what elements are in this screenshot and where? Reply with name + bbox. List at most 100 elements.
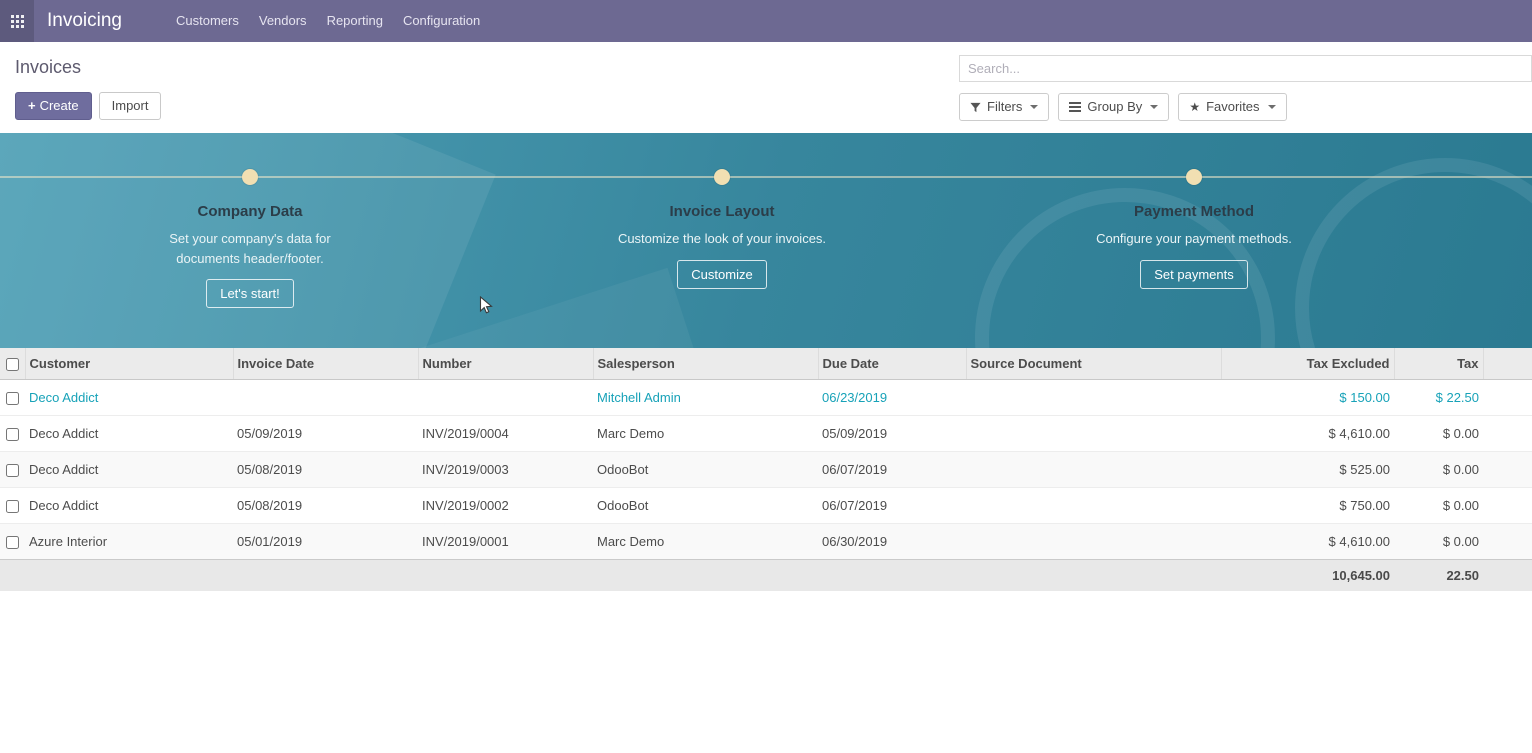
cell-spacer <box>1483 488 1532 524</box>
favorites-star-icon: ★ <box>1189 99 1200 115</box>
cell-customer: Deco Addict <box>25 380 233 416</box>
cell-source-document <box>966 488 1221 524</box>
cell-spacer <box>1483 416 1532 452</box>
search-input[interactable] <box>959 55 1532 82</box>
filter-funnel-icon <box>970 102 981 113</box>
import-button[interactable]: Import <box>99 92 162 120</box>
cell-tax-excluded: $ 4,610.00 <box>1221 416 1394 452</box>
invoice-row[interactable]: Azure Interior05/01/2019INV/2019/0001Mar… <box>0 524 1532 560</box>
invoice-row[interactable]: Deco AddictMitchell Admin06/23/2019$ 150… <box>0 380 1532 416</box>
column-invoice-date[interactable]: Invoice Date <box>233 348 418 380</box>
row-select-cell <box>0 524 25 560</box>
group-by-button[interactable]: Group By <box>1058 93 1169 121</box>
menu-reporting[interactable]: Reporting <box>317 0 393 42</box>
totals-empty-cell <box>0 560 1221 592</box>
column-customer[interactable]: Customer <box>25 348 233 380</box>
cell-source-document <box>966 452 1221 488</box>
row-checkbox[interactable] <box>6 500 19 513</box>
column-due-date[interactable]: Due Date <box>818 348 966 380</box>
onboarding-step-company-data: Company Data Set your company's data for… <box>14 133 486 348</box>
invoice-row[interactable]: Deco Addict05/09/2019INV/2019/0004Marc D… <box>0 416 1532 452</box>
column-tax[interactable]: Tax <box>1394 348 1483 380</box>
cell-salesperson: OdooBot <box>593 452 818 488</box>
app-title[interactable]: Invoicing <box>47 10 122 32</box>
invoice-row[interactable]: Deco Addict05/08/2019INV/2019/0003OdooBo… <box>0 452 1532 488</box>
cell-number: INV/2019/0001 <box>418 524 593 560</box>
invoices-table: Customer Invoice Date Number Salesperson… <box>0 348 1532 591</box>
cell-spacer <box>1483 452 1532 488</box>
customize-button[interactable]: Customize <box>677 260 766 289</box>
column-spacer <box>1483 348 1532 380</box>
cell-spacer <box>1483 524 1532 560</box>
total-tax: 22.50 <box>1394 560 1483 592</box>
totals-row: 10,645.00 22.50 <box>0 560 1532 592</box>
step-title: Payment Method <box>1134 203 1254 220</box>
select-all-cell <box>0 348 25 380</box>
cell-invoice-date <box>233 380 418 416</box>
step-description: Configure your payment methods. <box>1096 229 1292 249</box>
cell-tax: $ 0.00 <box>1394 452 1483 488</box>
filters-button[interactable]: Filters <box>959 93 1049 121</box>
cell-tax-excluded: $ 150.00 <box>1221 380 1394 416</box>
menu-vendors[interactable]: Vendors <box>249 0 317 42</box>
onboarding-step-invoice-layout: Invoice Layout Customize the look of you… <box>486 133 958 348</box>
menu-configuration[interactable]: Configuration <box>393 0 490 42</box>
plus-icon: + <box>28 98 36 113</box>
navbar-menus: Customers Vendors Reporting Configuratio… <box>166 0 490 42</box>
caret-down-icon <box>1150 105 1158 109</box>
step-description: Customize the look of your invoices. <box>618 229 826 249</box>
row-checkbox[interactable] <box>6 392 19 405</box>
totals-spacer <box>1483 560 1532 592</box>
cell-tax-excluded: $ 4,610.00 <box>1221 524 1394 560</box>
breadcrumb-title: Invoices <box>15 57 161 78</box>
row-select-cell <box>0 452 25 488</box>
row-checkbox[interactable] <box>6 428 19 441</box>
onboarding-step-payment-method: Payment Method Configure your payment me… <box>958 133 1430 348</box>
cell-salesperson: Marc Demo <box>593 524 818 560</box>
cell-invoice-date: 05/01/2019 <box>233 524 418 560</box>
column-salesperson[interactable]: Salesperson <box>593 348 818 380</box>
cell-number <box>418 380 593 416</box>
row-checkbox[interactable] <box>6 536 19 549</box>
cell-spacer <box>1483 380 1532 416</box>
cell-due-date: 06/30/2019 <box>818 524 966 560</box>
cell-number: INV/2019/0004 <box>418 416 593 452</box>
invoice-row[interactable]: Deco Addict05/08/2019INV/2019/0002OdooBo… <box>0 488 1532 524</box>
top-navbar: Invoicing Customers Vendors Reporting Co… <box>0 0 1532 42</box>
lets-start-button[interactable]: Let's start! <box>206 279 294 308</box>
set-payments-button[interactable]: Set payments <box>1140 260 1248 289</box>
cell-source-document <box>966 380 1221 416</box>
step-dot-icon <box>1186 169 1202 185</box>
row-select-cell <box>0 488 25 524</box>
control-panel: Invoices +Create Import Filters Group By… <box>0 42 1532 133</box>
column-number[interactable]: Number <box>418 348 593 380</box>
menu-customers[interactable]: Customers <box>166 0 249 42</box>
onboarding-panel: Company Data Set your company's data for… <box>0 133 1532 348</box>
step-description: Set your company's data for documents he… <box>145 229 355 268</box>
group-by-lines-icon <box>1069 102 1081 112</box>
table-header-row: Customer Invoice Date Number Salesperson… <box>0 348 1532 380</box>
cell-invoice-date: 05/08/2019 <box>233 452 418 488</box>
column-source-document[interactable]: Source Document <box>966 348 1221 380</box>
column-tax-excluded[interactable]: Tax Excluded <box>1221 348 1394 380</box>
cell-due-date: 06/07/2019 <box>818 452 966 488</box>
cell-source-document <box>966 524 1221 560</box>
cell-number: INV/2019/0002 <box>418 488 593 524</box>
row-select-cell <box>0 416 25 452</box>
cell-due-date: 06/23/2019 <box>818 380 966 416</box>
cell-customer: Deco Addict <box>25 452 233 488</box>
cell-customer: Deco Addict <box>25 416 233 452</box>
apps-menu-button[interactable] <box>0 0 34 42</box>
invoice-table-body: Deco AddictMitchell Admin06/23/2019$ 150… <box>0 380 1532 560</box>
select-all-checkbox[interactable] <box>6 358 19 371</box>
cell-customer: Azure Interior <box>25 524 233 560</box>
total-tax-excluded: 10,645.00 <box>1221 560 1394 592</box>
create-button[interactable]: +Create <box>15 92 92 120</box>
row-checkbox[interactable] <box>6 464 19 477</box>
cell-tax-excluded: $ 750.00 <box>1221 488 1394 524</box>
cell-invoice-date: 05/08/2019 <box>233 488 418 524</box>
step-dot-icon <box>242 169 258 185</box>
row-select-cell <box>0 380 25 416</box>
cell-customer: Deco Addict <box>25 488 233 524</box>
favorites-button[interactable]: ★ Favorites <box>1178 93 1286 121</box>
